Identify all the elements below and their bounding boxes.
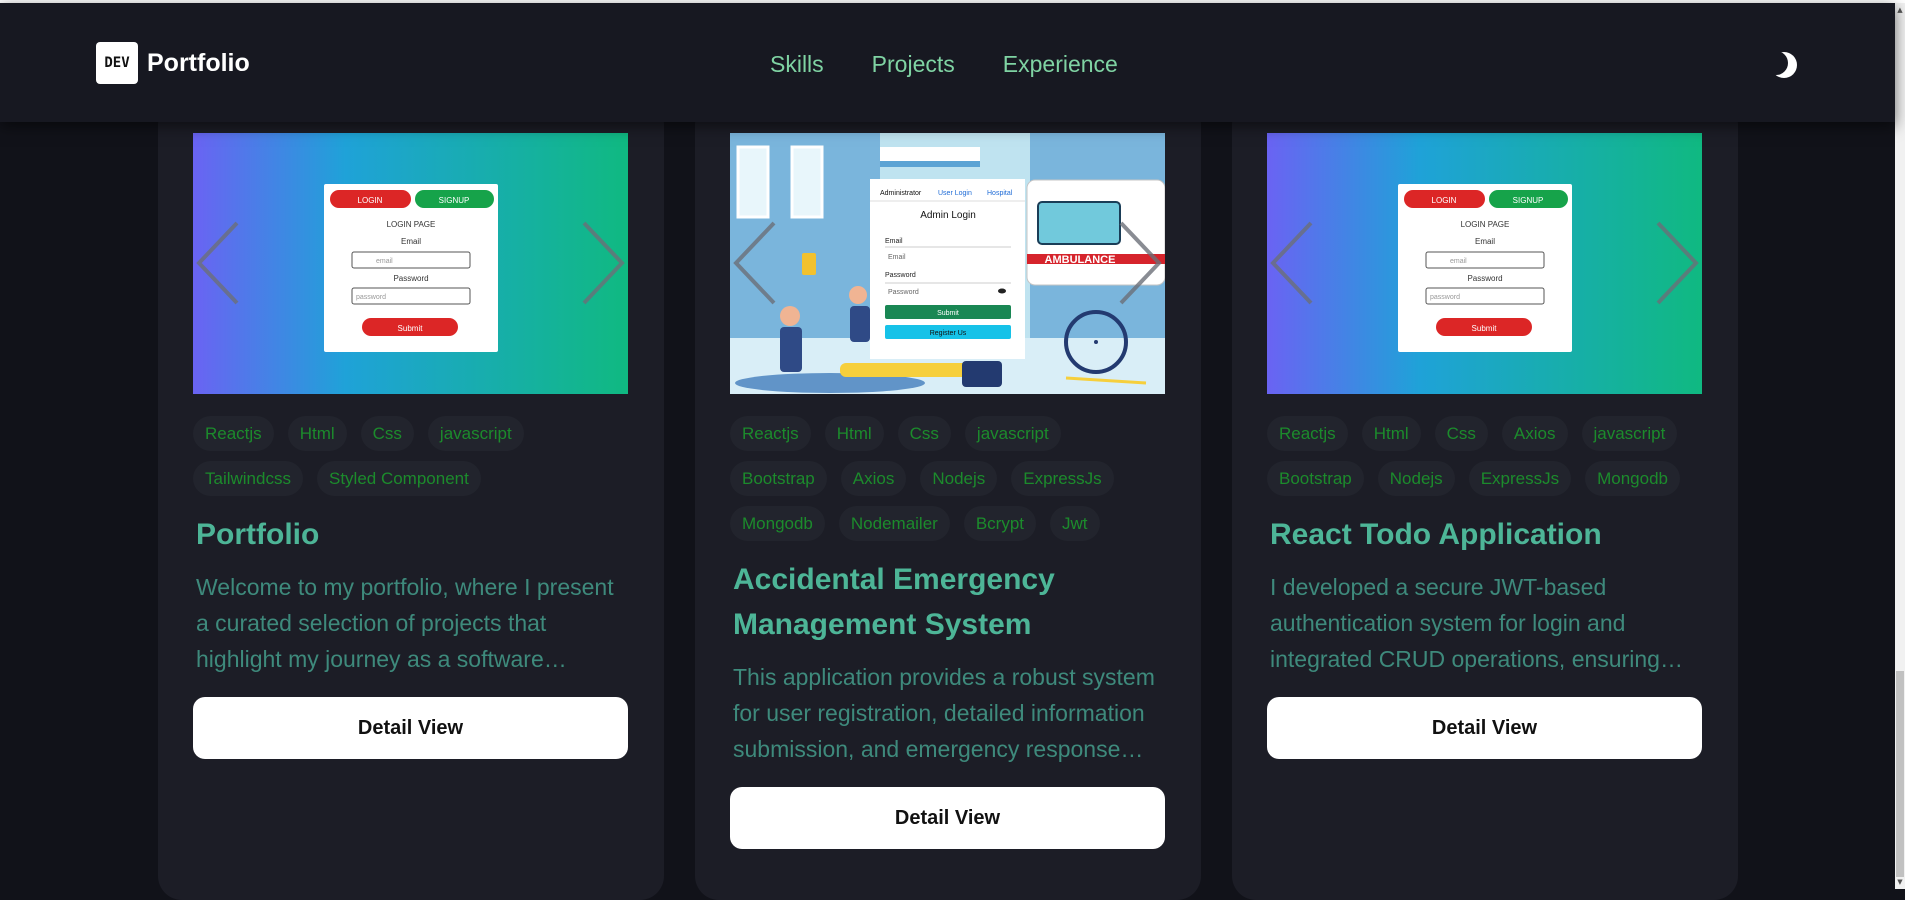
tech-tag: Html <box>1361 416 1421 451</box>
project-description: This application provides a robust syste… <box>733 664 1155 762</box>
tech-tag: Nodemailer <box>838 506 950 541</box>
project-card: LOGIN SIGNUP LOGIN PAGE Email email Pass… <box>1232 100 1738 900</box>
project-card: LOGIN SIGNUP LOGIN PAGE Email email Pass… <box>158 100 664 900</box>
logo-text: Portfolio <box>147 48 250 77</box>
svg-text:password: password <box>1430 294 1460 301</box>
nav-links: Skills Projects Experience <box>770 51 1118 78</box>
detail-view-button[interactable]: Detail View <box>193 697 628 759</box>
svg-text:Admin Login: Admin Login <box>920 210 976 221</box>
svg-text:SIGNUP: SIGNUP <box>439 196 470 205</box>
svg-text:Submit: Submit <box>937 310 959 317</box>
page-scrollbar[interactable]: ▲ ▼ <box>1895 3 1905 889</box>
project-description: Welcome to my portfolio, where I present… <box>196 574 614 672</box>
tech-tag: Nodejs <box>920 461 998 496</box>
svg-text:password: password <box>356 294 386 301</box>
svg-text:Hospital: Hospital <box>987 190 1013 197</box>
tech-tag: Jwt <box>1050 506 1100 541</box>
svg-text:SIGNUP: SIGNUP <box>1513 196 1544 205</box>
svg-text:LOGIN PAGE: LOGIN PAGE <box>387 220 436 229</box>
svg-text:LOGIN: LOGIN <box>358 196 383 205</box>
project-screenshot: AMBULANCE Administrator User Login Hospi… <box>730 133 1165 394</box>
project-card: AMBULANCE Administrator User Login Hospi… <box>695 100 1201 900</box>
tech-tag: Html <box>287 416 347 451</box>
svg-text:email: email <box>376 258 393 265</box>
project-image-carousel[interactable]: LOGIN SIGNUP LOGIN PAGE Email email Pass… <box>193 133 628 394</box>
project-screenshot: LOGIN SIGNUP LOGIN PAGE Email email Pass… <box>193 133 628 394</box>
carousel-next-icon[interactable] <box>1650 218 1702 308</box>
tech-tag: Nodejs <box>1377 461 1455 496</box>
svg-text:Password: Password <box>888 289 919 296</box>
detail-view-button[interactable]: Detail View <box>730 787 1165 849</box>
tech-tag: javascript <box>964 416 1061 451</box>
tech-tag: Mongodb <box>730 506 825 541</box>
project-screenshot: LOGIN SIGNUP LOGIN PAGE Email email Pass… <box>1267 133 1702 394</box>
tech-tags: Reactjs Html Css javascript Bootstrap Ax… <box>730 416 1170 551</box>
tech-tag: javascript <box>427 416 524 451</box>
tech-tag: Html <box>824 416 884 451</box>
project-image-carousel[interactable]: AMBULANCE Administrator User Login Hospi… <box>730 133 1165 394</box>
svg-text:Submit: Submit <box>398 324 424 333</box>
tech-tag: Bootstrap <box>730 461 827 496</box>
tech-tag: Reactjs <box>730 416 811 451</box>
svg-text:Password: Password <box>393 274 428 283</box>
tech-tag: Bootstrap <box>1267 461 1364 496</box>
svg-text:Password: Password <box>885 272 916 279</box>
svg-text:AMBULANCE: AMBULANCE <box>1045 254 1116 266</box>
tech-tags: Reactjs Html Css javascript Tailwindcss … <box>193 416 633 506</box>
tech-tag: Axios <box>840 461 907 496</box>
svg-text:Administrator: Administrator <box>880 190 922 197</box>
site-logo[interactable]: DEV Portfolio <box>96 42 250 84</box>
svg-text:Submit: Submit <box>1472 324 1498 333</box>
tech-tag: ExpressJs <box>1011 461 1114 496</box>
tech-tag: ExpressJs <box>1468 461 1572 496</box>
svg-text:User Login: User Login <box>938 190 972 197</box>
detail-view-button[interactable]: Detail View <box>1267 697 1702 759</box>
svg-text:Password: Password <box>1467 274 1502 283</box>
scroll-up-icon[interactable]: ▲ <box>1895 5 1905 15</box>
svg-text:Email: Email <box>401 237 421 246</box>
carousel-prev-icon[interactable] <box>1267 218 1319 308</box>
svg-text:Email: Email <box>885 238 903 245</box>
nav-link-projects[interactable]: Projects <box>872 51 955 78</box>
tech-tag: Styled Component <box>316 461 481 496</box>
svg-text:Register Us: Register Us <box>930 330 967 337</box>
carousel-next-icon[interactable] <box>1113 218 1165 308</box>
project-title: Portfolio <box>196 518 320 551</box>
svg-text:LOGIN: LOGIN <box>1432 196 1457 205</box>
tech-tag: Css <box>1434 416 1488 451</box>
project-title: Accidental Emergency Management System <box>733 563 1055 641</box>
tech-tag: javascript <box>1581 416 1678 451</box>
tech-tags: Reactjs Html Css Axios javascript Bootst… <box>1267 416 1707 506</box>
project-image-carousel[interactable]: LOGIN SIGNUP LOGIN PAGE Email email Pass… <box>1267 133 1702 394</box>
svg-text:LOGIN PAGE: LOGIN PAGE <box>1461 220 1510 229</box>
project-description: I developed a secure JWT-based authentic… <box>1270 574 1660 672</box>
carousel-next-icon[interactable] <box>576 218 628 308</box>
tech-tag: Mongodb <box>1585 461 1680 496</box>
carousel-prev-icon[interactable] <box>193 218 245 308</box>
scroll-down-icon[interactable]: ▼ <box>1895 877 1905 887</box>
moon-icon[interactable] <box>1770 49 1798 81</box>
navbar: DEV Portfolio Skills Projects Experience <box>0 3 1895 122</box>
dev-badge-icon: DEV <box>96 42 138 84</box>
project-title: React Todo Application <box>1270 518 1602 551</box>
tech-tag: Reactjs <box>1267 416 1348 451</box>
tech-tag: Tailwindcss <box>193 461 303 496</box>
tech-tag: Css <box>897 416 951 451</box>
svg-text:Email: Email <box>1475 237 1495 246</box>
nav-link-skills[interactable]: Skills <box>770 51 824 78</box>
carousel-prev-icon[interactable] <box>730 218 782 308</box>
tech-tag: Reactjs <box>193 416 274 451</box>
nav-link-experience[interactable]: Experience <box>1003 51 1118 78</box>
svg-text:Email: Email <box>888 254 906 261</box>
tech-tag: Css <box>360 416 414 451</box>
svg-text:email: email <box>1450 258 1467 265</box>
tech-tag: Bcrypt <box>963 506 1037 541</box>
tech-tag: Axios <box>1501 416 1568 451</box>
scroll-thumb[interactable] <box>1896 671 1904 877</box>
